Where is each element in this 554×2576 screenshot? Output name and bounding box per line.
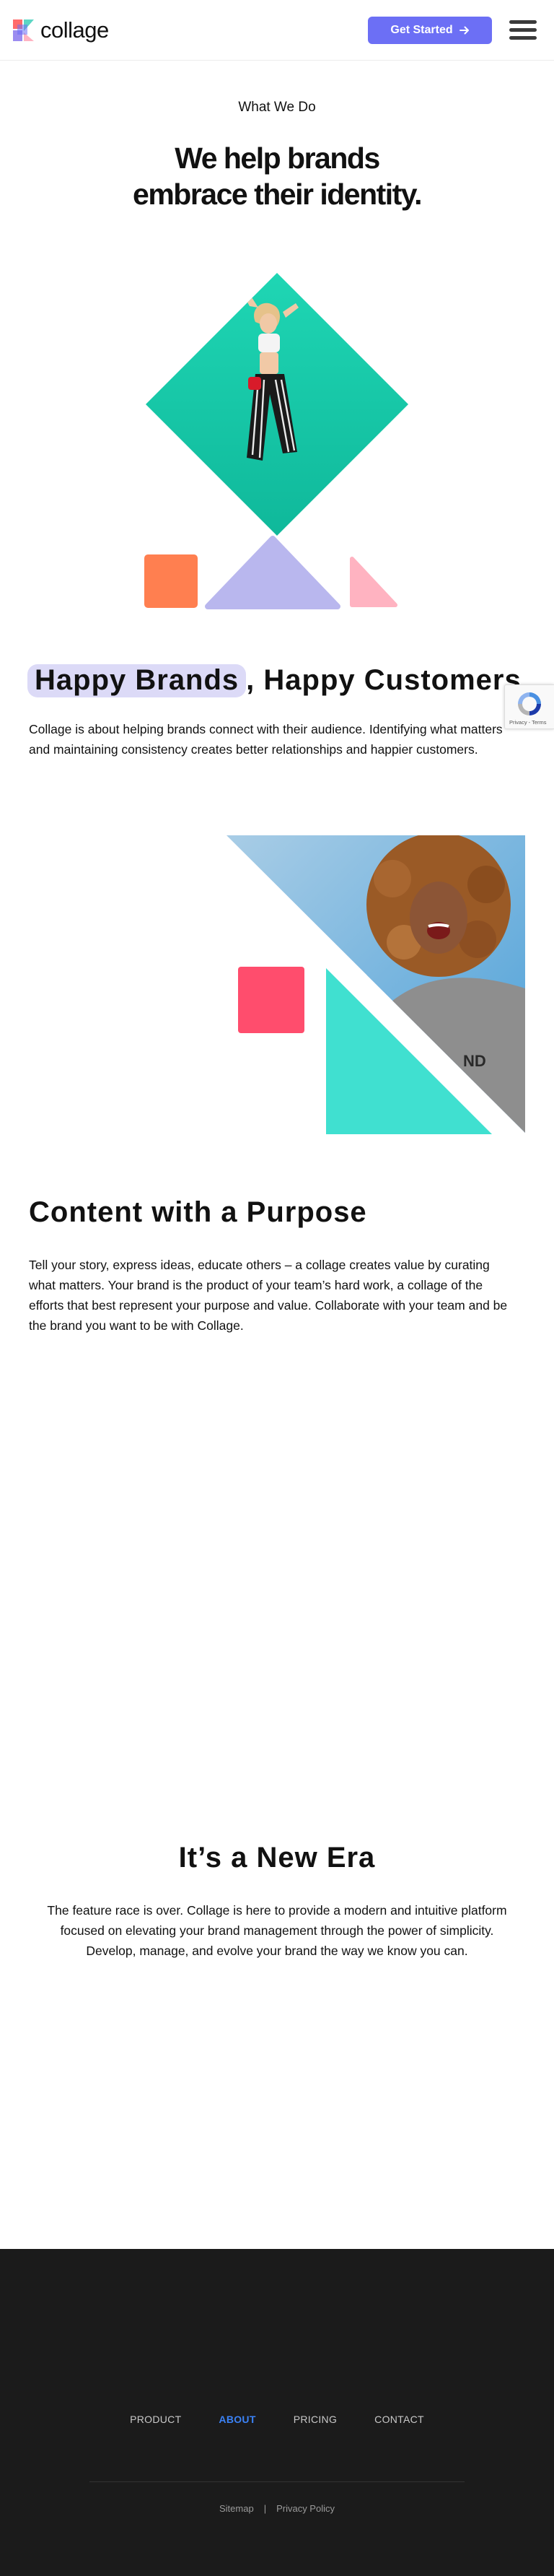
hero-title-line2: embrace their identity.	[133, 178, 422, 211]
hero-title-line1: We help brands	[175, 142, 380, 175]
new-era-body: The feature race is over. Collage is her…	[47, 1903, 507, 1958]
footer-nav: PRODUCT ABOUT PRICING CONTACT	[0, 2414, 554, 2425]
brand-logo[interactable]: collage	[13, 17, 109, 43]
arrow-right-icon	[459, 26, 469, 35]
recaptcha-icon	[518, 692, 541, 715]
coral-square	[238, 967, 304, 1033]
site-header: collage Get Started	[0, 0, 554, 61]
recaptcha-links[interactable]: Privacy - Terms	[509, 719, 547, 726]
get-started-label: Get Started	[390, 24, 453, 36]
new-era-title: It’s a New Era	[178, 1842, 376, 1874]
footer-link-pricing[interactable]: PRICING	[294, 2414, 337, 2425]
hamburger-menu-icon[interactable]	[509, 20, 537, 40]
footer-divider	[89, 2481, 465, 2482]
fashion-photo	[146, 273, 408, 536]
purpose-body: Tell your story, express ideas, educate …	[29, 1258, 508, 1333]
purpose-title: Content with a Purpose	[29, 1196, 367, 1228]
happy-brands-title: Happy Brands, Happy Customers	[27, 661, 522, 699]
footer-link-about[interactable]: ABOUT	[219, 2414, 255, 2425]
orange-square	[144, 554, 198, 608]
recaptcha-badge[interactable]: Privacy - Terms	[504, 684, 554, 729]
section-eyebrow: What We Do	[238, 100, 316, 115]
hero-title: We help brands embrace their identity.	[0, 140, 554, 212]
brand-name: collage	[40, 17, 109, 43]
sitemap-link[interactable]: Sitemap	[219, 2503, 254, 2514]
happy-customers-text: , Happy Customers	[246, 664, 522, 696]
site-footer: PRODUCT ABOUT PRICING CONTACT Sitemap | Pr…	[0, 2249, 554, 2576]
collage-logo-icon	[13, 19, 34, 41]
footer-link-contact[interactable]: CONTACT	[374, 2414, 424, 2425]
pink-triangle	[350, 557, 397, 607]
footer-separator: |	[263, 2503, 267, 2514]
shirt-print-text: ND	[463, 1052, 486, 1070]
get-started-button[interactable]: Get Started	[368, 17, 492, 44]
footer-legal: Sitemap | Privacy Policy	[0, 2503, 554, 2514]
footer-link-product[interactable]: PRODUCT	[130, 2414, 181, 2425]
privacy-policy-link[interactable]: Privacy Policy	[276, 2503, 335, 2514]
happy-brands-body: Collage is about helping brands connect …	[29, 722, 503, 757]
lavender-triangle	[205, 536, 340, 609]
diamond-photo-collage	[144, 273, 408, 609]
happy-brands-highlight: Happy Brands	[27, 664, 247, 697]
triangle-photo-collage: ND	[227, 835, 525, 1134]
